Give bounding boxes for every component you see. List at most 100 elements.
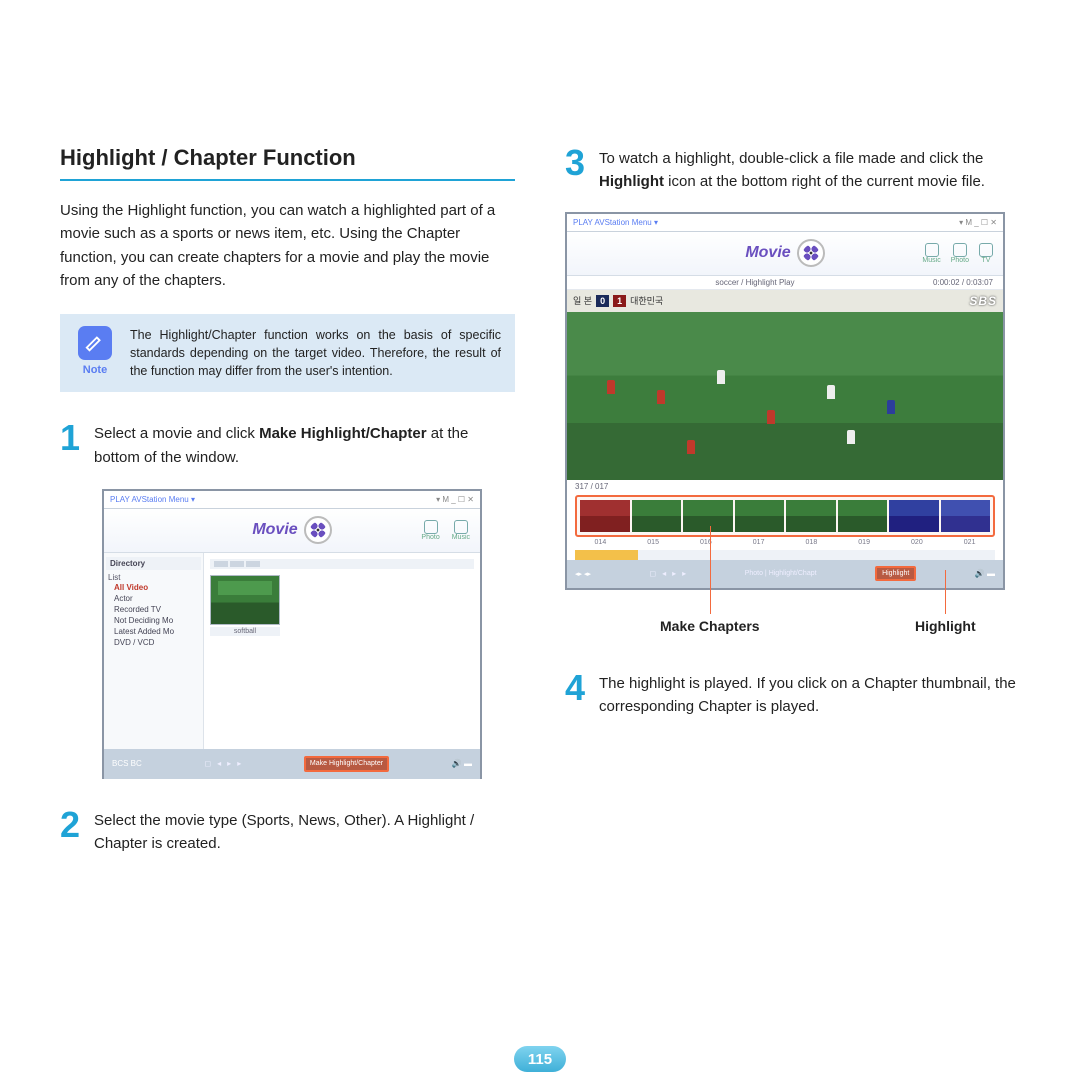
callout-line — [945, 570, 946, 614]
title-rule — [60, 179, 515, 181]
app-header: Movie Photo Music — [104, 509, 480, 553]
player-bottom-bar: ◂▸ ◂▸ ◻◂▸▸ Photo | Highlight/Chapt Highl… — [567, 560, 1003, 588]
nav-photo[interactable]: Photo — [951, 243, 969, 264]
highlight-button[interactable]: Highlight — [875, 566, 916, 581]
sidebar-title: Directory — [106, 557, 201, 570]
progress-bar[interactable] — [575, 550, 995, 560]
score-strip: 일 본 0 1 대한민국 SBS — [567, 290, 1003, 312]
step3-bold: Highlight — [599, 173, 664, 190]
sidebar-item[interactable]: Actor — [106, 593, 201, 604]
movie-label: Movie — [745, 244, 790, 262]
page-number-badge: 115 — [514, 1046, 566, 1072]
make-highlight-chapter-button[interactable]: Make Highlight/Chapter — [304, 756, 389, 772]
chapter-thumb[interactable] — [838, 500, 888, 532]
page-number: 115 — [528, 1051, 552, 1068]
step3-post: icon at the bottom right of the current … — [664, 173, 985, 190]
window-titlebar: PLAY AVStation Menu ▾ ▾ M _ ☐ ✕ — [104, 491, 480, 509]
page-title: Highlight / Chapter Function — [60, 145, 515, 171]
step-4: 4 The highlight is played. If you click … — [565, 670, 1020, 719]
content-area: softball — [204, 553, 480, 749]
chapter-thumb[interactable] — [735, 500, 785, 532]
app-header: Movie Music Photo TV — [567, 232, 1003, 276]
window-title: PLAY AVStation Menu ▾ — [110, 495, 195, 504]
volume-icon[interactable]: 🔊 ▬ — [452, 759, 472, 768]
step-number: 4 — [565, 670, 589, 706]
sidebar-item[interactable]: DVD / VCD — [106, 637, 201, 648]
play-icon: ▸ — [227, 759, 231, 768]
chapter-thumb[interactable] — [683, 500, 733, 532]
step3-pre: To watch a highlight, double-click a fil… — [599, 150, 983, 167]
broadcast-logo: SBS — [969, 294, 997, 308]
film-reel-icon — [304, 516, 332, 544]
film-reel-icon — [797, 239, 825, 267]
note-text: The Highlight/Chapter function works on … — [130, 326, 501, 380]
movie-thumbnail[interactable] — [210, 575, 280, 625]
chapter-thumb[interactable] — [786, 500, 836, 532]
step2-text: Select the movie type (Sports, News, Oth… — [94, 807, 515, 856]
stop-icon: ◻ — [650, 569, 657, 578]
intro-text: Using the Highlight function, you can wa… — [60, 199, 515, 292]
sidebar-item[interactable]: Not Deciding Mo — [106, 615, 201, 626]
video-info-center: soccer / Highlight Play — [715, 278, 794, 287]
step1-bold: Make Highlight/Chapter — [259, 425, 427, 442]
step-number: 1 — [60, 420, 84, 456]
callout-highlight: Highlight — [915, 618, 976, 634]
player-bottom-bar: BCS BC ◻ ◂ ▸ ▸ Make Highlight/Chapter 🔊 ▬ — [104, 749, 480, 779]
screenshot-highlight-play: PLAY AVStation Menu ▾ ▾ M _ ☐ ✕ Movie Mu… — [565, 212, 1005, 590]
screenshot-make-highlight: PLAY AVStation Menu ▾ ▾ M _ ☐ ✕ Movie Ph… — [102, 489, 482, 779]
step-number: 3 — [565, 145, 589, 181]
list-label: List — [106, 573, 201, 582]
stop-icon: ◻ — [205, 759, 212, 768]
window-titlebar: PLAY AVStation Menu ▾ ▾ M _ ☐ ✕ — [567, 214, 1003, 232]
video-frame[interactable]: 일 본 0 1 대한민국 SBS — [567, 290, 1003, 480]
note-box: Note The Highlight/Chapter function work… — [60, 314, 515, 392]
chapter-thumb[interactable] — [889, 500, 939, 532]
left-column: Highlight / Chapter Function Using the H… — [60, 145, 515, 1040]
nav-music[interactable]: Music — [922, 243, 940, 264]
sidebar-item[interactable]: Recorded TV — [106, 604, 201, 615]
chapter-strip — [575, 495, 995, 537]
play-icon: ▸ — [672, 569, 676, 578]
chapter-labels: 014015016017018019020021 — [575, 539, 995, 546]
chapter-counter: 317 / 017 — [567, 480, 1003, 493]
callout-line — [710, 526, 711, 614]
video-info-time: 0:00:02 / 0:03:07 — [933, 278, 993, 287]
window-controls[interactable]: ▾ M _ ☐ ✕ — [959, 218, 997, 227]
right-column: 3 To watch a highlight, double-click a f… — [565, 145, 1020, 1040]
callout-make-chapters: Make Chapters — [660, 618, 760, 634]
view-toolbar[interactable] — [210, 559, 474, 569]
sidebar-item[interactable]: Latest Added Mo — [106, 626, 201, 637]
nav-photo[interactable]: Photo — [421, 520, 439, 541]
score-a: 0 — [596, 295, 609, 307]
next-icon: ▸ — [682, 569, 686, 578]
mode-label: Photo | Highlight/Chapt — [745, 570, 817, 577]
prev-icon: ◂ — [217, 759, 221, 768]
movie-label: Movie — [252, 521, 297, 539]
directory-sidebar: Directory List All Video Actor Recorded … — [104, 553, 204, 749]
chapter-thumb[interactable] — [941, 500, 991, 532]
chapter-thumb[interactable] — [632, 500, 682, 532]
next-icon: ▸ — [237, 759, 241, 768]
step-number: 2 — [60, 807, 84, 843]
playback-controls[interactable]: ◻ ◂ ▸ ▸ — [205, 759, 242, 768]
score-b: 1 — [613, 295, 626, 307]
step1-pre: Select a movie and click — [94, 425, 259, 442]
note-label: Note — [83, 364, 107, 376]
callout-row: Make Chapters Highlight — [565, 590, 1020, 642]
sidebar-item[interactable]: All Video — [106, 582, 201, 593]
chapter-thumb[interactable] — [580, 500, 630, 532]
step-2: 2 Select the movie type (Sports, News, O… — [60, 807, 515, 856]
nav-music[interactable]: Music — [452, 520, 470, 541]
step-3: 3 To watch a highlight, double-click a f… — [565, 145, 1020, 194]
thumb-label: softball — [210, 627, 280, 636]
window-title: PLAY AVStation Menu ▾ — [573, 218, 658, 227]
bc-label: BCS BC — [112, 759, 142, 768]
video-info-bar: soccer / Highlight Play 0:00:02 / 0:03:0… — [567, 276, 1003, 290]
pencil-note-icon — [78, 326, 112, 360]
prev-icon: ◂ — [662, 569, 666, 578]
step4-text: The highlight is played. If you click on… — [599, 670, 1020, 719]
window-controls[interactable]: ▾ M _ ☐ ✕ — [436, 495, 474, 504]
volume-icon[interactable]: 🔊 ▬ — [975, 569, 995, 578]
nav-tv[interactable]: TV — [979, 243, 993, 264]
playback-controls[interactable]: ◻ ◂ ▸ ▸ — [650, 569, 687, 578]
